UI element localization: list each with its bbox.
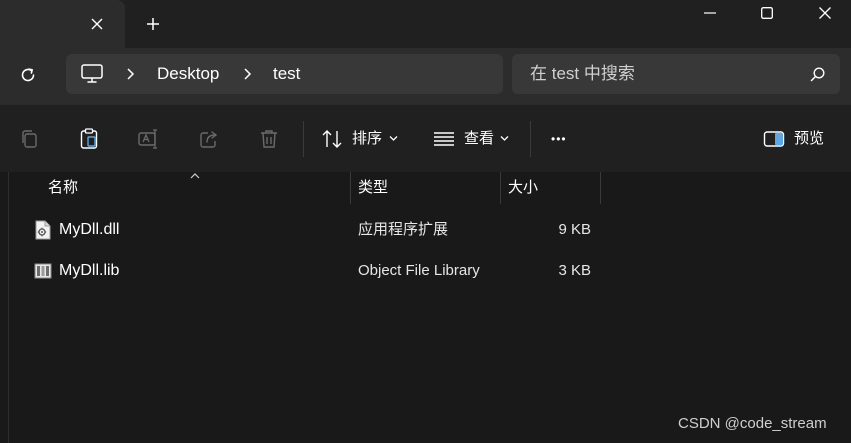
dll-file-icon [34,220,52,240]
pane-divider [8,172,9,443]
breadcrumb-chevron-icon[interactable] [124,67,136,81]
delete-icon[interactable] [257,127,281,151]
file-size: 9 KB [558,221,591,238]
table-row[interactable]: MyDll.dll 应用程序扩展 9 KB [20,211,610,249]
minimize-icon[interactable] [682,0,738,26]
sort-ascending-caret-icon [190,173,200,179]
new-tab-plus-icon[interactable] [142,13,164,35]
column-header-type[interactable]: 类型 [358,172,388,204]
file-type: 应用程序扩展 [358,221,449,238]
address-bar[interactable]: Desktop test [66,54,503,94]
window-close-icon[interactable] [797,0,851,26]
address-row: Desktop test 在 test 中搜索 [0,48,851,104]
column-divider[interactable] [600,172,601,204]
view-icon[interactable] [432,127,456,151]
file-size: 3 KB [558,262,591,279]
column-divider[interactable] [350,172,351,204]
search-icon[interactable] [810,66,826,82]
sort-icon[interactable] [320,127,344,151]
sort-chevron-down-icon[interactable] [389,135,398,142]
active-tab[interactable] [0,0,125,48]
sort-button[interactable]: 排序 [352,129,382,149]
preview-pane-icon[interactable] [762,127,786,151]
file-name[interactable]: MyDll.dll [59,220,119,240]
title-bar [0,0,851,48]
tab-close-icon[interactable] [86,13,108,35]
watermark: CSDN @code_stream [678,415,827,432]
toolbar-divider [530,121,531,157]
table-row[interactable]: MyDll.lib Object File Library 3 KB [20,252,610,290]
column-header-size[interactable]: 大小 [508,172,538,204]
file-list: 名称 类型 大小 MyDll.dll 应用程序扩展 9 KB MyDll.lib… [0,172,851,443]
file-type: Object File Library [358,262,480,279]
toolbar-divider [303,121,304,157]
breadcrumb-test[interactable]: test [273,63,300,85]
paste-icon[interactable] [77,127,101,151]
command-bar: 排序 查看 ••• 预览 [0,104,851,172]
refresh-icon[interactable] [14,61,42,89]
file-name[interactable]: MyDll.lib [59,261,119,281]
search-placeholder: 在 test 中搜索 [530,64,635,83]
column-divider[interactable] [500,172,501,204]
share-icon[interactable] [197,127,221,151]
breadcrumb-desktop[interactable]: Desktop [157,63,219,85]
view-button[interactable]: 查看 [464,129,494,149]
more-options-button[interactable]: ••• [551,129,567,149]
this-pc-icon[interactable] [80,63,104,85]
breadcrumb-chevron-icon[interactable] [241,67,253,81]
view-chevron-down-icon[interactable] [500,135,509,142]
column-header-name[interactable]: 名称 [48,172,78,204]
rename-icon[interactable] [137,127,161,151]
preview-button[interactable]: 预览 [794,129,824,149]
lib-file-icon [34,261,52,281]
maximize-icon[interactable] [739,0,795,26]
search-input[interactable]: 在 test 中搜索 [512,54,840,94]
copy-icon[interactable] [17,127,41,151]
